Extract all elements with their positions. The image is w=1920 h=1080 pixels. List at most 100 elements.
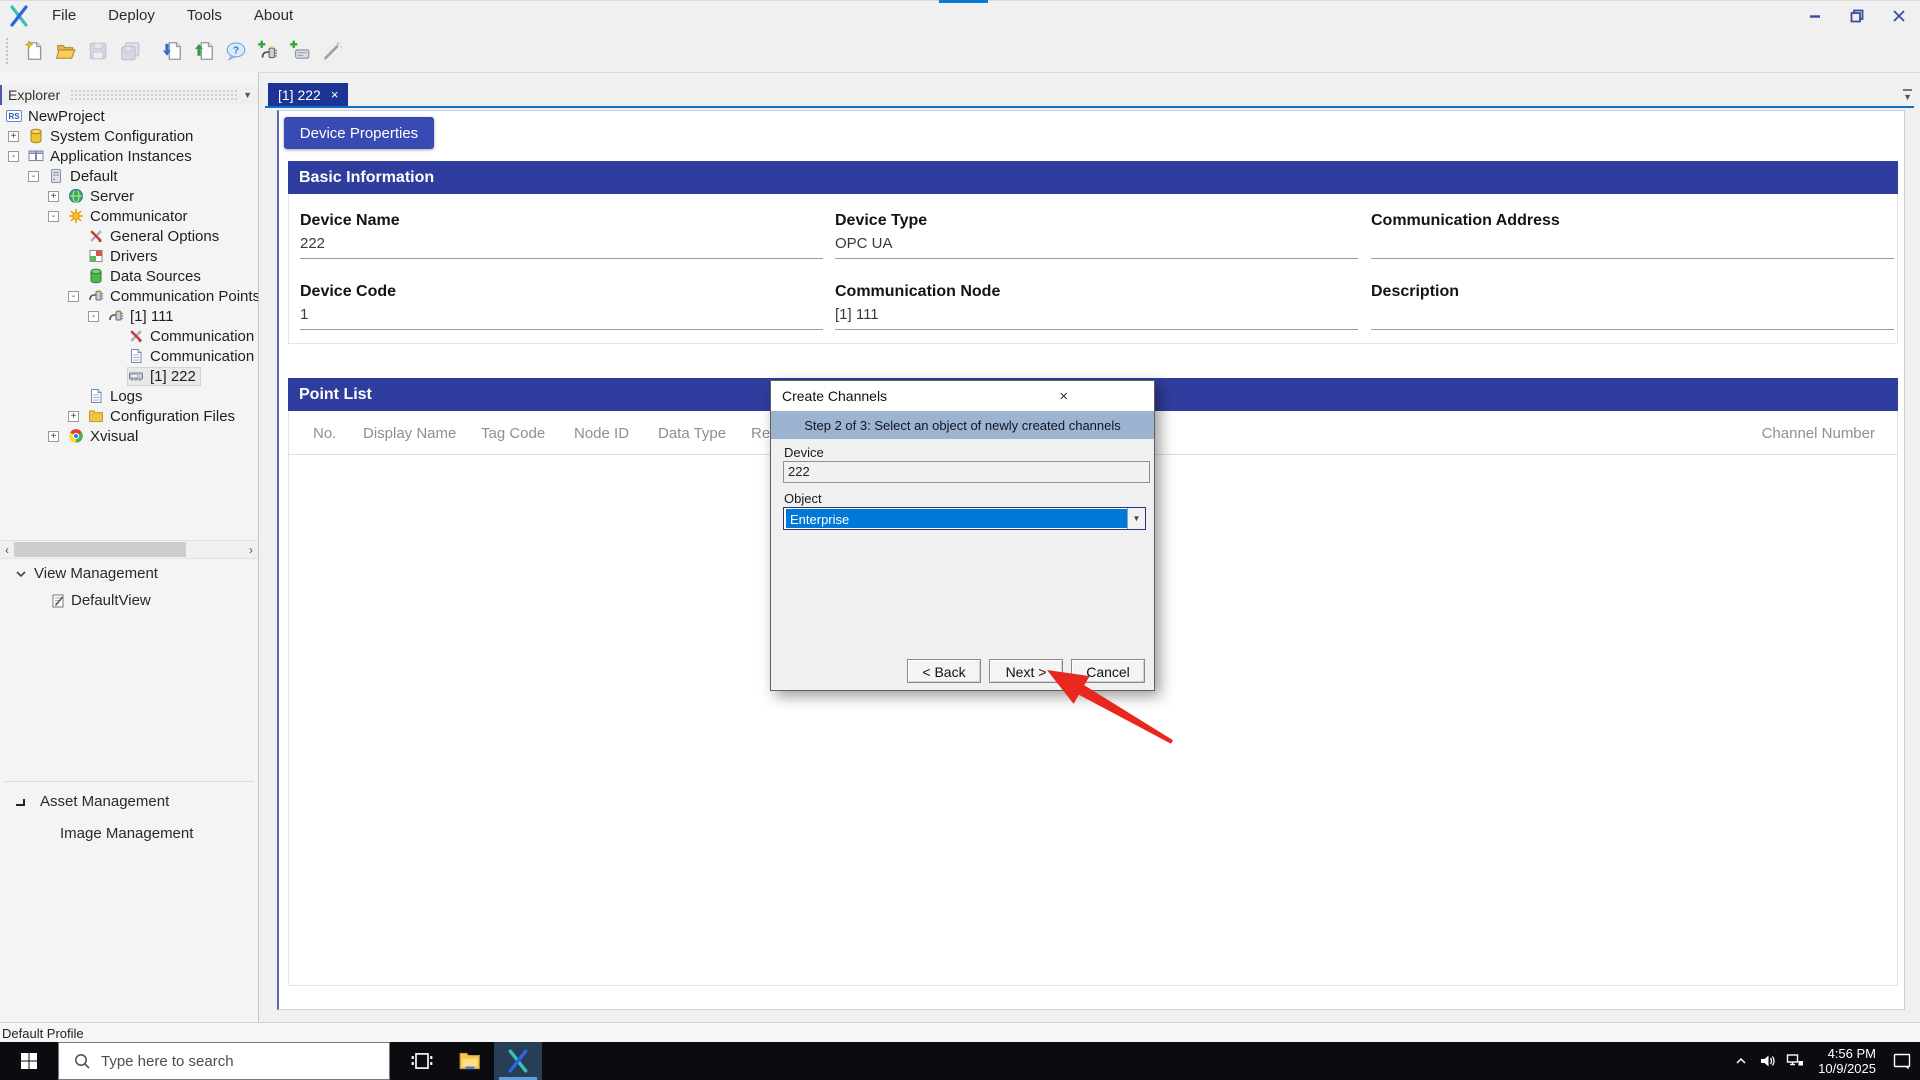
file-explorer-button[interactable] [446, 1042, 494, 1080]
tree-item-server[interactable]: + Server [0, 186, 258, 206]
tree-item-system-configuration[interactable]: + System Configuration [0, 126, 258, 146]
new-project-button[interactable] [20, 37, 48, 65]
device-properties-button[interactable]: Device Properties [284, 117, 434, 149]
magic-wand-icon [321, 40, 343, 62]
panel-divider [4, 781, 254, 782]
collapse-toggle[interactable]: - [48, 210, 59, 222]
combobox-dropdown-icon[interactable]: ▼ [1127, 508, 1145, 529]
device-type-input[interactable]: OPC UA [835, 233, 1358, 259]
collapse-toggle[interactable]: - [68, 290, 79, 302]
tree-item-communication-point-doc[interactable]: Communication Poin [0, 346, 258, 366]
expand-toggle[interactable]: + [48, 190, 59, 202]
communication-address-input[interactable] [1371, 233, 1894, 259]
tree-item-1-222[interactable]: [1] 222 [0, 366, 258, 386]
tree-item-logs[interactable]: Logs [0, 386, 258, 406]
dialog-title: Create Channels [782, 388, 888, 404]
tab-close-icon[interactable]: × [331, 88, 339, 101]
tools-icon [128, 328, 144, 344]
task-view-button[interactable] [398, 1042, 446, 1080]
communication-node-input[interactable]: [1] 111 [835, 304, 1358, 330]
tree-item-communication-point-options[interactable]: Communication Poin [0, 326, 258, 346]
tree-item-newproject[interactable]: NewProject [0, 106, 258, 126]
close-button[interactable] [1878, 1, 1920, 31]
volume-button[interactable] [1754, 1051, 1781, 1071]
view-management-section[interactable]: View Management [14, 565, 158, 582]
menu-tools[interactable]: Tools [171, 7, 238, 24]
open-project-button[interactable] [52, 37, 80, 65]
cancel-button[interactable]: Cancel [1071, 659, 1145, 683]
expand-toggle[interactable]: + [68, 410, 79, 422]
explorer-dropdown-icon[interactable]: ▼ [243, 90, 258, 100]
add-device-button[interactable] [286, 37, 314, 65]
hidden-icons-button[interactable] [1727, 1053, 1754, 1069]
dialog-device-input[interactable]: 222 [783, 461, 1150, 483]
next-button[interactable]: Next > [989, 659, 1063, 683]
menu-deploy[interactable]: Deploy [92, 7, 171, 24]
device-code-input[interactable]: 1 [300, 304, 823, 330]
default-view-item[interactable]: DefaultView [50, 592, 151, 609]
plug-icon [88, 288, 104, 304]
toolbar-grip [6, 38, 12, 64]
tree-item-xvisual[interactable]: + Xvisual [0, 426, 258, 446]
taskbar-clock[interactable]: 4:56 PM 10/9/2025 [1814, 1046, 1876, 1076]
dialog-close-icon[interactable]: × [974, 388, 1155, 405]
explorer-header: Explorer ▼ [0, 85, 258, 105]
back-button[interactable]: < Back [907, 659, 981, 683]
tree-item-application-instances[interactable]: - Application Instances [0, 146, 258, 166]
column-display-name[interactable]: Display Name [363, 425, 456, 442]
database-icon [28, 128, 44, 144]
tree-item-configuration-files[interactable]: + Configuration Files [0, 406, 258, 426]
wizard-step-banner: Step 2 of 3: Select an object of newly c… [771, 411, 1154, 439]
menu-about[interactable]: About [238, 7, 309, 24]
x-app-taskbar-button[interactable] [494, 1042, 542, 1080]
tab-overflow-icon[interactable]: ▼ [1903, 89, 1912, 102]
column-no[interactable]: No. [313, 425, 336, 442]
column-tag-code[interactable]: Tag Code [481, 425, 545, 442]
dialog-title-bar[interactable]: Create Channels × [771, 381, 1154, 411]
scroll-right-arrow[interactable]: › [244, 541, 258, 558]
tree-item-communicator[interactable]: - Communicator [0, 206, 258, 226]
collapse-toggle[interactable]: - [88, 310, 99, 322]
object-combobox[interactable]: Enterprise ▼ [783, 507, 1146, 530]
dock-corner-icon [14, 795, 28, 809]
expand-toggle[interactable]: + [8, 130, 19, 142]
tree-item-drivers[interactable]: Drivers [0, 246, 258, 266]
scrollbar-thumb[interactable] [14, 542, 186, 557]
collapse-toggle[interactable]: - [28, 170, 39, 182]
start-button[interactable] [0, 1042, 58, 1080]
column-channel-number[interactable]: Channel Number [1762, 425, 1875, 442]
globe-icon [68, 188, 84, 204]
selected-tree-item: [1] 222 [127, 366, 201, 386]
tree-item-default[interactable]: - Default [0, 166, 258, 186]
image-management-item[interactable]: Image Management [60, 825, 193, 842]
help-button[interactable] [222, 37, 250, 65]
tree-item-1-111[interactable]: - [1] 111 [0, 306, 258, 326]
add-connection-button[interactable] [254, 37, 282, 65]
tab-underline [265, 106, 1914, 108]
restore-button[interactable] [1836, 1, 1878, 31]
collapse-toggle[interactable]: - [8, 150, 19, 162]
horizontal-scrollbar[interactable]: ‹ › [0, 540, 258, 559]
description-input[interactable] [1371, 304, 1894, 330]
column-node-id[interactable]: Node ID [574, 425, 629, 442]
taskbar-search-box[interactable]: Type here to search [58, 1042, 390, 1080]
export-button[interactable] [190, 37, 218, 65]
column-data-type[interactable]: Data Type [658, 425, 726, 442]
import-button[interactable] [158, 37, 186, 65]
minimize-button[interactable] [1794, 1, 1836, 31]
scroll-left-arrow[interactable]: ‹ [0, 541, 14, 558]
tree-item-communication-points[interactable]: - Communication Points [0, 286, 258, 306]
action-center-button[interactable] [1884, 1051, 1920, 1071]
save-button[interactable] [84, 37, 112, 65]
save-all-button[interactable] [116, 37, 144, 65]
asset-management-section[interactable]: Asset Management [14, 793, 169, 810]
expand-toggle[interactable]: + [48, 430, 59, 442]
chevron-down-icon [14, 567, 28, 581]
device-name-input[interactable]: 222 [300, 233, 823, 259]
menu-file[interactable]: File [36, 7, 92, 24]
network-button[interactable] [1781, 1051, 1808, 1071]
tree-item-data-sources[interactable]: Data Sources [0, 266, 258, 286]
tree-item-general-options[interactable]: General Options [0, 226, 258, 246]
tab-1-222[interactable]: [1] 222 × [268, 83, 349, 106]
wizard-button[interactable] [318, 37, 346, 65]
